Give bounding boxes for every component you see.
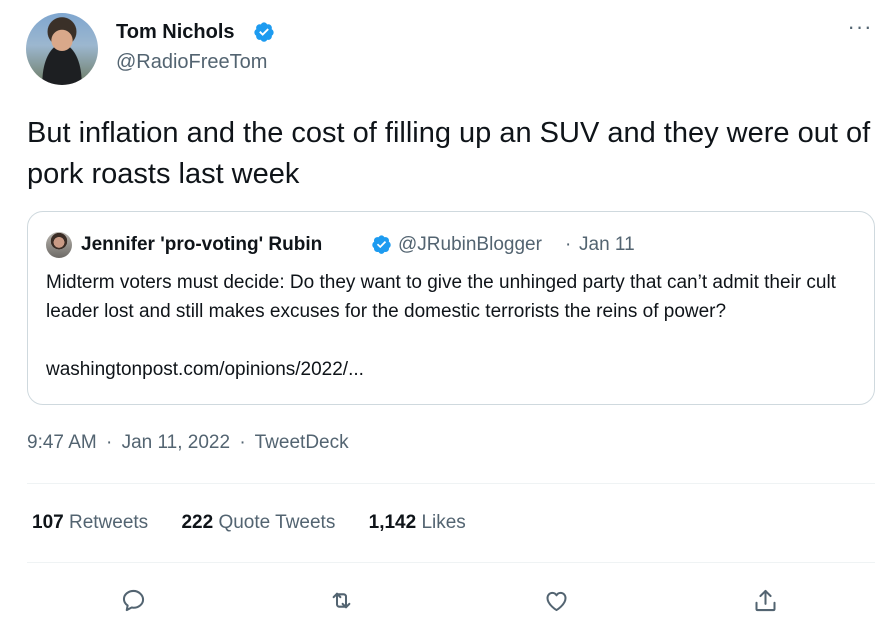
- author-name[interactable]: Tom Nichols: [116, 21, 235, 44]
- quote-author-handle[interactable]: @JRubinBlogger: [398, 234, 542, 256]
- author-avatar[interactable]: [26, 13, 98, 85]
- likes-count: 1,142: [368, 512, 417, 533]
- quote-separator: ·: [565, 234, 572, 255]
- quote-tweets-count: 222: [181, 512, 214, 533]
- like-button[interactable]: [536, 580, 576, 620]
- retweet-button[interactable]: [321, 580, 361, 620]
- share-icon: [754, 589, 776, 611]
- action-bar: [0, 580, 895, 620]
- share-button[interactable]: [745, 580, 785, 620]
- divider: [27, 562, 875, 563]
- reply-button[interactable]: [113, 580, 153, 620]
- quote-link[interactable]: washingtonpost.com/opinions/2022/...: [46, 359, 364, 381]
- verified-badge-icon: [372, 235, 391, 254]
- meta-separator: ·: [106, 432, 113, 453]
- retweet-icon: [332, 592, 350, 608]
- reply-icon: [122, 589, 144, 611]
- divider: [27, 483, 875, 484]
- tweet-text: But inflation and the cost of filling up…: [27, 117, 871, 190]
- author-handle[interactable]: @RadioFreeTom: [116, 51, 267, 74]
- verified-badge-icon: [254, 22, 274, 42]
- tweet-stats: 107 Retweets 222 Quote Tweets 1,142 Like…: [32, 512, 494, 534]
- quoted-tweet[interactable]: Jennifer 'pro-voting' Rubin @JRubinBlogg…: [27, 211, 875, 405]
- quote-tweets-stat[interactable]: 222 Quote Tweets: [181, 512, 335, 534]
- like-icon: [545, 591, 567, 611]
- retweets-label: Retweets: [68, 512, 149, 533]
- more-options-icon[interactable]: ···: [845, 16, 875, 40]
- tweet-date[interactable]: Jan 11, 2022: [122, 432, 230, 453]
- tweet-metadata: 9:47 AM · Jan 11, 2022 · TweetDeck: [27, 432, 353, 454]
- quote-date[interactable]: Jan 11: [579, 234, 635, 256]
- meta-separator: ·: [239, 432, 246, 453]
- likes-stat[interactable]: 1,142 Likes: [369, 512, 466, 534]
- likes-label: Likes: [421, 512, 466, 533]
- quote-author-avatar[interactable]: [46, 232, 72, 258]
- tweet: Tom Nichols @RadioFreeTom ··· But inflat…: [0, 0, 895, 625]
- quote-tweets-label: Quote Tweets: [218, 512, 336, 533]
- tweet-time[interactable]: 9:47 AM: [27, 432, 97, 453]
- retweets-count: 107: [32, 512, 64, 533]
- tweet-source[interactable]: TweetDeck: [255, 432, 349, 453]
- quote-author-name[interactable]: Jennifer 'pro-voting' Rubin: [81, 234, 322, 256]
- quote-text: Midterm voters must decide: Do they want…: [46, 272, 836, 322]
- retweets-stat[interactable]: 107 Retweets: [32, 512, 148, 534]
